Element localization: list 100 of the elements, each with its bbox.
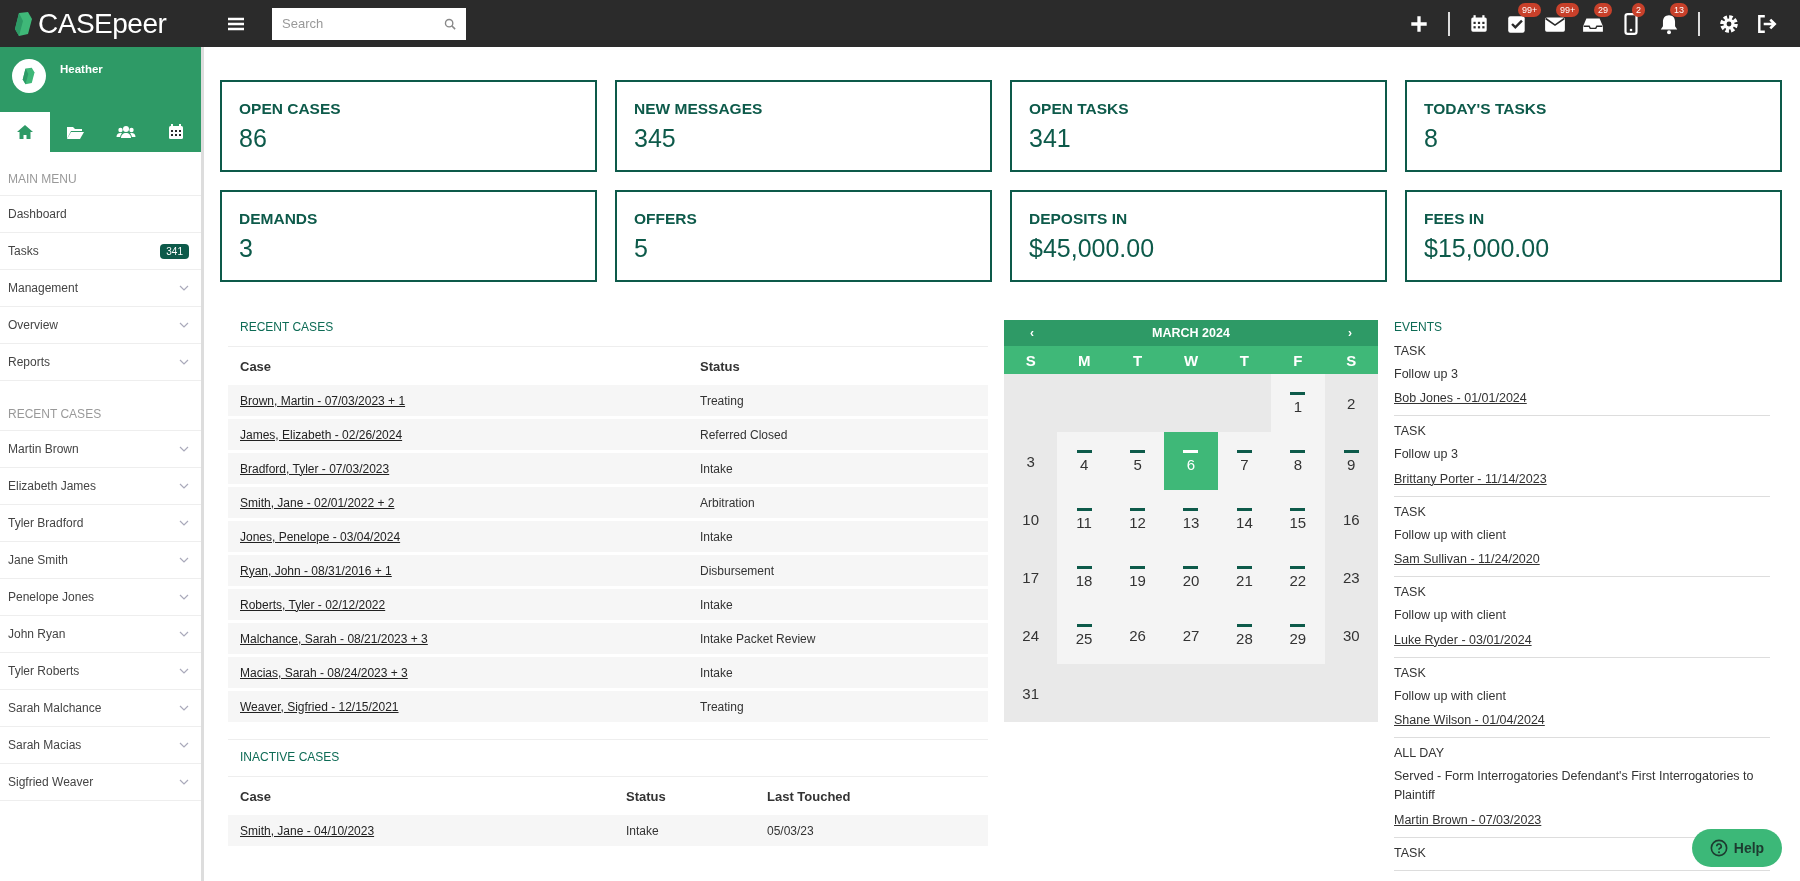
calendar-day[interactable]: 17: [1004, 548, 1058, 606]
menu-item[interactable]: Dashboard: [0, 196, 201, 233]
menu-item[interactable]: Reports: [0, 344, 201, 381]
calendar-day[interactable]: 3: [1004, 432, 1058, 490]
calendar-day[interactable]: 19: [1110, 548, 1165, 606]
case-link[interactable]: Luke Ryder - 03/01/2024: [1394, 632, 1532, 647]
calendar-day[interactable]: 28: [1217, 606, 1272, 664]
calendar-day[interactable]: 16: [1324, 490, 1378, 548]
case-link[interactable]: Bob Jones - 01/01/2024: [1394, 391, 1527, 406]
calendar-day[interactable]: 10: [1004, 490, 1058, 548]
case-link[interactable]: Bradford, Tyler - 07/03/2023: [240, 461, 700, 476]
chevron-down-icon: [179, 631, 189, 637]
recent-case-item[interactable]: Tyler Roberts: [0, 653, 201, 690]
search-field[interactable]: Search: [272, 7, 466, 40]
calendar-day[interactable]: 14: [1217, 490, 1272, 548]
menu-item-label: Dashboard: [8, 207, 67, 221]
stat-card[interactable]: OPEN TASKS 341: [1010, 80, 1387, 172]
menu-item-label: Tasks: [8, 244, 39, 258]
calendar-day[interactable]: 30: [1324, 606, 1378, 664]
recent-case-item[interactable]: Sigfried Weaver: [0, 764, 201, 801]
calendar-day[interactable]: 11: [1057, 490, 1111, 548]
calendar-day[interactable]: 24: [1004, 606, 1058, 664]
calendar-day[interactable]: 4: [1057, 432, 1111, 490]
case-link[interactable]: Shane Wilson - 01/04/2024: [1394, 712, 1545, 727]
case-link[interactable]: Smith, Jane - 02/01/2022 + 2: [240, 495, 700, 510]
stat-card[interactable]: FEES IN $15,000.00: [1405, 190, 1782, 282]
previous-month-button[interactable]: ‹: [1030, 326, 1034, 340]
calendar-day[interactable]: 18: [1057, 548, 1111, 606]
calendar-day[interactable]: 26: [1110, 606, 1165, 664]
calendar-day[interactable]: 2: [1324, 374, 1378, 432]
logout-icon[interactable]: [1756, 12, 1778, 35]
settings-icon[interactable]: [1718, 12, 1740, 35]
stat-card[interactable]: NEW MESSAGES 345: [615, 80, 992, 172]
calendar-day[interactable]: 7: [1217, 432, 1272, 490]
calendar-day[interactable]: 8: [1271, 432, 1325, 490]
case-link[interactable]: Weaver, Sigfried - 12/15/2021: [240, 699, 700, 714]
case-link[interactable]: Brittany Porter - 11/14/2023: [1394, 471, 1547, 486]
chevron-down-icon: [179, 520, 189, 526]
stat-card[interactable]: TODAY'S TASKS 8: [1405, 80, 1782, 172]
recent-case-item[interactable]: Tyler Bradford: [0, 505, 201, 542]
case-link[interactable]: James, Elizabeth - 02/26/2024: [240, 427, 700, 442]
day-number: 4: [1079, 455, 1089, 473]
recent-case-item[interactable]: Sarah Macias: [0, 727, 201, 764]
case-link[interactable]: Malchance, Sarah - 08/21/2023 + 3: [240, 631, 700, 646]
stat-value: $15,000.00: [1424, 234, 1551, 263]
menu-item[interactable]: Overview: [0, 307, 201, 344]
calendar-day[interactable]: 27: [1164, 606, 1218, 664]
recent-case-item[interactable]: Penelope Jones: [0, 579, 201, 616]
recent-case-item[interactable]: Elizabeth James: [0, 468, 201, 505]
weekday-label: S: [1345, 351, 1358, 369]
stat-card[interactable]: OPEN CASES 86: [220, 80, 597, 172]
case-link[interactable]: Smith, Jane - 04/10/2023: [240, 823, 626, 838]
menu-item[interactable]: Management: [0, 270, 201, 307]
calendar-day[interactable]: 31: [1004, 664, 1058, 722]
calendar-day[interactable]: 12: [1110, 490, 1165, 548]
sidebar-tab[interactable]: [0, 112, 51, 152]
calendar-day[interactable]: 5: [1110, 432, 1165, 490]
recent-case-item[interactable]: John Ryan: [0, 616, 201, 653]
stat-card[interactable]: DEPOSITS IN $45,000.00: [1010, 190, 1387, 282]
section-title: INACTIVE CASES: [228, 739, 988, 777]
calendar-day[interactable]: 23: [1324, 548, 1378, 606]
day-number: 11: [1076, 513, 1092, 531]
stat-card[interactable]: DEMANDS 3: [220, 190, 597, 282]
weekday-label: F: [1292, 351, 1304, 369]
case-link[interactable]: Martin Brown - 07/03/2023: [1394, 812, 1542, 827]
case-link[interactable]: Ryan, John - 08/31/2016 + 1: [240, 563, 700, 578]
menu-icon[interactable]: [228, 16, 244, 31]
calendar-day[interactable]: 20: [1164, 548, 1218, 606]
recent-case-item[interactable]: Martin Brown: [0, 431, 201, 468]
count-badge: 341: [160, 243, 189, 259]
calendar-day[interactable]: 13: [1164, 490, 1218, 548]
chevron-down-icon: [179, 705, 189, 711]
menu-item[interactable]: Tasks 341: [0, 233, 201, 270]
case-link[interactable]: Jones, Penelope - 03/04/2024: [240, 529, 700, 544]
calendar-icon[interactable]: [1468, 12, 1490, 35]
day-number: 14: [1236, 513, 1253, 531]
calendar-day[interactable]: 25: [1057, 606, 1111, 664]
column-header: Last Touched: [767, 788, 852, 804]
calendar-day[interactable]: 29: [1271, 606, 1325, 664]
weekday-label: M: [1076, 351, 1092, 369]
calendar-day[interactable]: 21: [1217, 548, 1272, 606]
help-button[interactable]: Help: [1692, 829, 1782, 867]
next-month-button[interactable]: ›: [1348, 326, 1352, 340]
case-link[interactable]: Roberts, Tyler - 02/12/2022: [240, 597, 700, 612]
stat-value: 3: [239, 234, 254, 263]
chevron-down-icon: [179, 594, 189, 600]
case-link[interactable]: Macias, Sarah - 08/24/2023 + 3: [240, 665, 700, 680]
event-title: Follow up 3: [1394, 446, 1458, 464]
recent-case-item[interactable]: Jane Smith: [0, 542, 201, 579]
case-link[interactable]: Sam Sullivan - 11/24/2020: [1394, 552, 1540, 567]
calendar-day[interactable]: 1: [1271, 374, 1325, 432]
calendar-day[interactable]: 9: [1324, 432, 1378, 490]
table-cell-text: Intake: [700, 597, 734, 612]
calendar-day[interactable]: 15: [1271, 490, 1325, 548]
recent-case-item[interactable]: Sarah Malchance: [0, 690, 201, 727]
bell-icon[interactable]: [1658, 12, 1680, 35]
case-link[interactable]: Brown, Martin - 07/03/2023 + 1: [240, 393, 700, 408]
case-name: Jane Smith: [8, 553, 69, 567]
calendar-day[interactable]: 22: [1271, 548, 1325, 606]
stat-card[interactable]: OFFERS 5: [615, 190, 992, 282]
